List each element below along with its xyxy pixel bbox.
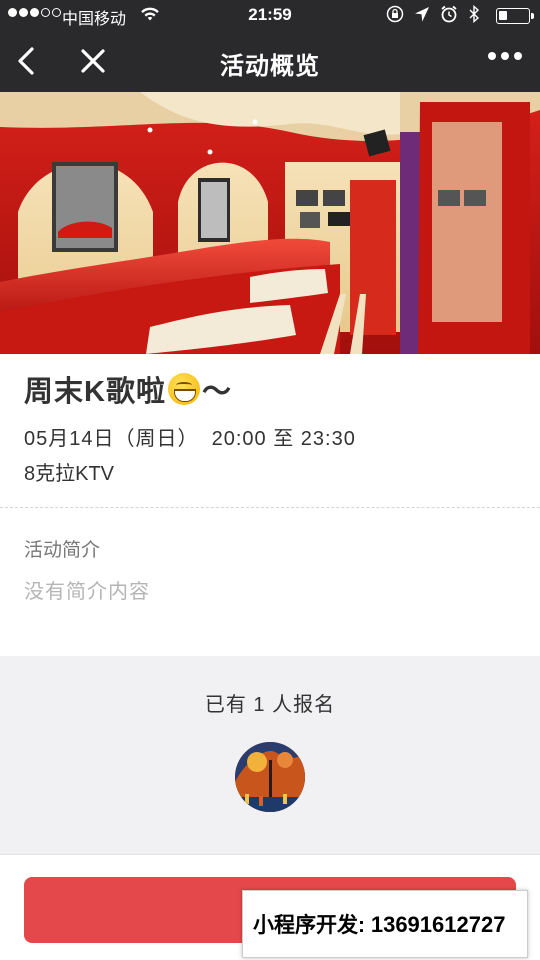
event-intro-section: 活动简介 没有简介内容 [0,508,540,656]
navigation-bar: 活动概览 [0,32,540,92]
status-icons [386,4,480,27]
watermark-phone: 13691612727 [370,912,506,937]
bluetooth-icon [468,4,480,27]
event-info: 周末K歌啦 ～ 05月14日（周日） 20:00 至 23:30 8克拉KTV [0,354,540,508]
event-datetime: 05月14日（周日） 20:00 至 23:30 [24,428,356,450]
promo-watermark: 小程序开发: 13691612727 [242,890,528,958]
signup-section: 已有 1 人报名 [0,656,540,854]
event-title-text: 周末K歌啦 [24,376,166,408]
more-options-button[interactable] [488,52,522,60]
participant-avatar[interactable] [235,742,305,812]
battery-icon [496,8,534,24]
event-cover-image [0,92,540,354]
event-location: 8克拉KTV [24,463,115,485]
watermark-label: 小程序开发: [253,914,365,937]
intro-label: 活动简介 [24,540,101,561]
event-title-suffix: ～ [201,376,232,408]
intro-text: 没有简介内容 [24,581,150,603]
event-title: 周末K歌啦 ～ [24,368,232,410]
alarm-icon [440,5,458,27]
status-bar: 中国移动 21:59 [0,0,540,32]
top-bar: 中国移动 21:59 活动概览 [0,0,540,92]
grinning-face-emoji-icon [167,373,200,405]
signup-count: 已有 1 人报名 [204,694,336,716]
location-arrow-icon [414,5,430,27]
page-title: 活动概览 [220,53,320,80]
orientation-lock-icon [386,5,404,27]
